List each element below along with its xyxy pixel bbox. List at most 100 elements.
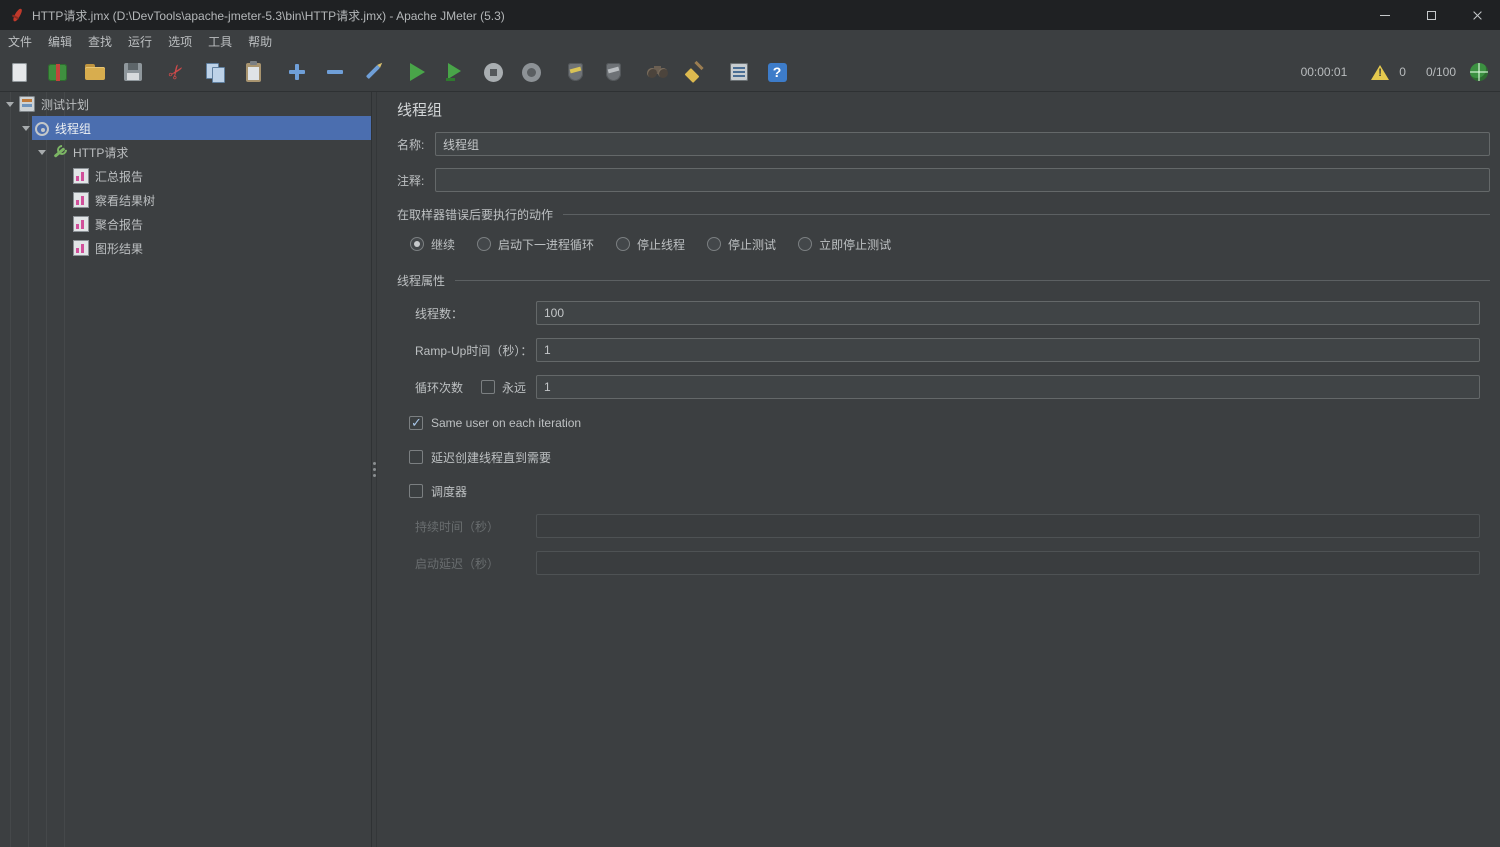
collapse-all-button[interactable] — [320, 57, 350, 87]
stop-icon — [484, 63, 503, 82]
warning-icon[interactable] — [1371, 65, 1389, 80]
maximize-button[interactable] — [1408, 0, 1454, 30]
thread-group-gear-icon — [35, 122, 49, 136]
radio-label: 启动下一进程循环 — [498, 236, 594, 253]
comment-input[interactable] — [435, 168, 1490, 192]
radio-icon[interactable] — [707, 237, 721, 251]
window-title: HTTP请求.jmx (D:\DevTools\apache-jmeter-5.… — [32, 7, 505, 24]
radio-stop-test[interactable]: 停止测试 — [707, 236, 776, 253]
tree-item-graph-results[interactable]: 图形结果 — [0, 236, 371, 260]
new-button[interactable] — [4, 57, 34, 87]
radio-start-next-loop[interactable]: 启动下一进程循环 — [477, 236, 594, 253]
name-input[interactable] — [435, 132, 1490, 156]
menu-file[interactable]: 文件 — [0, 30, 40, 53]
menu-options[interactable]: 选项 — [160, 30, 200, 53]
group-border-line — [455, 280, 1490, 281]
group-border-line — [563, 214, 1490, 215]
tree-item-http-request[interactable]: HTTP请求 — [0, 140, 371, 164]
radio-icon[interactable] — [477, 237, 491, 251]
open-button[interactable] — [80, 57, 110, 87]
listener-chart-icon — [73, 240, 89, 256]
same-user-label: Same user on each iteration — [431, 416, 581, 430]
listener-chart-icon — [73, 216, 89, 232]
startup-delay-input — [536, 551, 1480, 575]
remote-start-all-button[interactable] — [560, 57, 590, 87]
tree-item-label: HTTP请求 — [73, 144, 128, 161]
radio-label: 停止测试 — [728, 236, 776, 253]
templates-button[interactable] — [42, 57, 72, 87]
menu-run[interactable]: 运行 — [120, 30, 160, 53]
test-plan-tree: 测试计划 线程组 HTTP请求 汇总报告 — [0, 92, 371, 847]
paste-button[interactable] — [238, 57, 268, 87]
split-divider[interactable] — [371, 92, 377, 847]
function-list-icon — [730, 63, 748, 81]
scheduler-label: 调度器 — [431, 483, 467, 500]
menu-help[interactable]: 帮助 — [240, 30, 280, 53]
tree-item-test-plan[interactable]: 测试计划 — [0, 92, 371, 116]
minimize-button[interactable] — [1362, 0, 1408, 30]
radio-icon[interactable] — [616, 237, 630, 251]
delay-create-checkbox[interactable] — [409, 450, 423, 464]
main-area: 测试计划 线程组 HTTP请求 汇总报告 — [0, 92, 1500, 847]
error-count[interactable]: 0 — [1399, 65, 1406, 79]
close-button[interactable] — [1454, 0, 1500, 30]
search-button[interactable] — [642, 57, 672, 87]
scheduler-checkbox[interactable] — [409, 484, 423, 498]
duration-label: 持续时间（秒） — [415, 518, 536, 535]
tree-item-label: 测试计划 — [41, 96, 89, 113]
elapsed-time: 00:00:01 — [1301, 65, 1348, 79]
tree-item-summary-report[interactable]: 汇总报告 — [0, 164, 371, 188]
splitter-grip-icon[interactable] — [373, 462, 376, 465]
menu-tools[interactable]: 工具 — [200, 30, 240, 53]
start-button[interactable] — [402, 57, 432, 87]
toggle-button[interactable] — [358, 57, 388, 87]
new-file-icon — [12, 63, 27, 82]
radio-continue[interactable]: 继续 — [410, 236, 455, 253]
help-button[interactable] — [762, 57, 792, 87]
tree-item-aggregate-report[interactable]: 聚合报告 — [0, 212, 371, 236]
globe-icon — [1470, 63, 1488, 81]
collapse-arrow-icon[interactable] — [20, 126, 32, 131]
thread-properties-title: 线程属性 — [397, 272, 445, 289]
same-user-row[interactable]: Same user on each iteration — [409, 413, 1490, 433]
shutdown-button[interactable] — [516, 57, 546, 87]
radio-stop-test-now[interactable]: 立即停止测试 — [798, 236, 891, 253]
radio-icon[interactable] — [798, 237, 812, 251]
open-folder-icon — [85, 64, 105, 80]
radio-stop-thread[interactable]: 停止线程 — [616, 236, 685, 253]
comment-label: 注释: — [397, 172, 435, 189]
collapse-arrow-icon[interactable] — [36, 150, 48, 155]
stop-button[interactable] — [478, 57, 508, 87]
copy-button[interactable] — [200, 57, 230, 87]
cut-button[interactable] — [162, 57, 192, 87]
window-controls — [1362, 0, 1500, 30]
rampup-input[interactable] — [536, 338, 1480, 362]
pencil-icon — [366, 65, 380, 79]
menu-search[interactable]: 查找 — [80, 30, 120, 53]
thread-count: 0/100 — [1426, 65, 1456, 79]
toolbar-status: 00:00:01 0 0/100 — [1301, 63, 1488, 81]
radio-selected-icon[interactable] — [410, 237, 424, 251]
menu-edit[interactable]: 编辑 — [40, 30, 80, 53]
minus-icon — [326, 63, 344, 81]
error-action-options: 继续 启动下一进程循环 停止线程 停止测试 立即停止测试 — [410, 236, 1490, 252]
expand-all-button[interactable] — [282, 57, 312, 87]
tree-item-view-results-tree[interactable]: 察看结果树 — [0, 188, 371, 212]
collapse-arrow-icon[interactable] — [4, 102, 16, 107]
menubar: 文件 编辑 查找 运行 选项 工具 帮助 — [0, 30, 1500, 53]
save-button[interactable] — [118, 57, 148, 87]
test-plan-icon — [19, 96, 35, 112]
remote-start-icon — [568, 63, 583, 81]
tree-item-thread-group[interactable]: 线程组 — [0, 116, 371, 140]
scheduler-row[interactable]: 调度器 — [409, 481, 1490, 501]
delay-create-row[interactable]: 延迟创建线程直到需要 — [409, 447, 1490, 467]
clear-button[interactable] — [680, 57, 710, 87]
function-helper-button[interactable] — [724, 57, 754, 87]
http-request-wrench-icon — [51, 144, 67, 160]
start-no-pauses-button[interactable] — [440, 57, 470, 87]
threads-input[interactable] — [536, 301, 1480, 325]
forever-checkbox[interactable] — [481, 380, 495, 394]
remote-shutdown-all-button[interactable] — [598, 57, 628, 87]
same-user-checkbox[interactable] — [409, 416, 423, 430]
loop-count-input[interactable] — [536, 375, 1480, 399]
